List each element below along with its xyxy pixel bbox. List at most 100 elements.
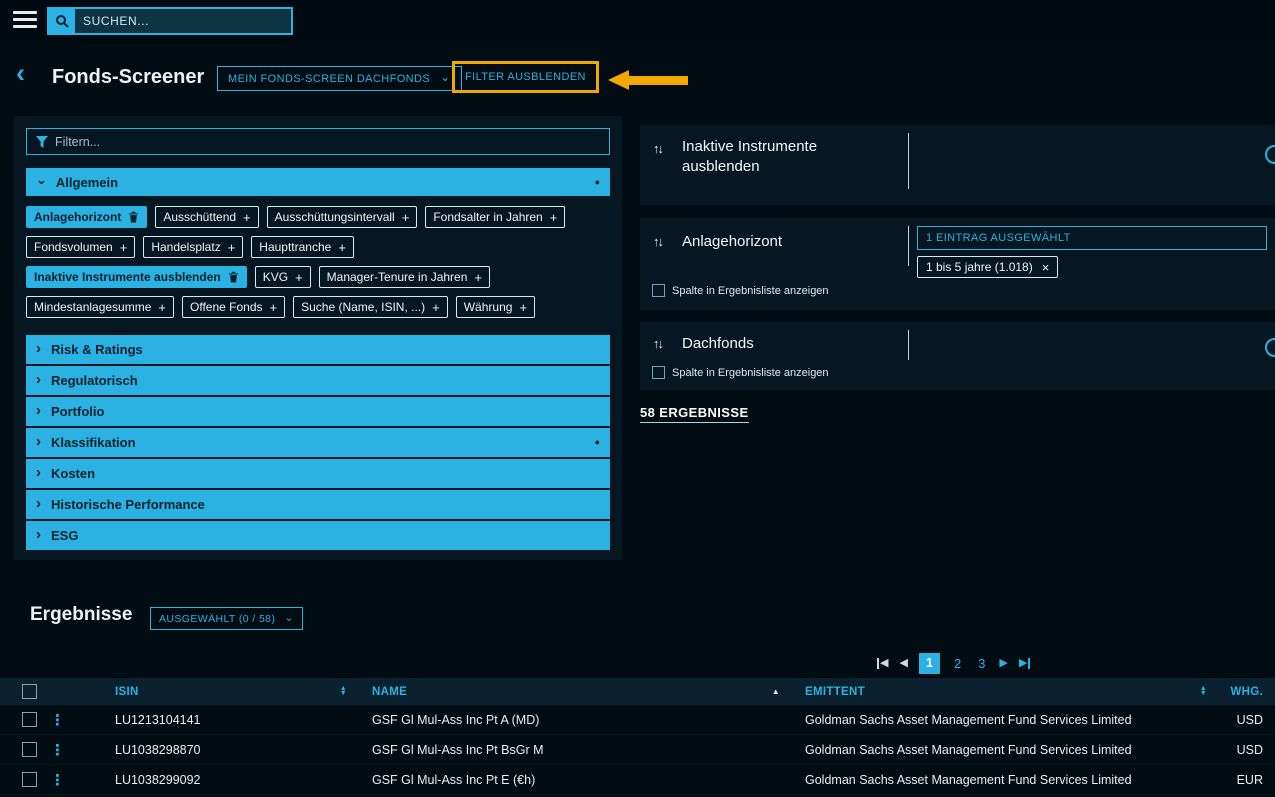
chip-list: Anlagehorizont Ausschüttend + Ausschüttun…: [26, 196, 610, 335]
add-icon: +: [432, 301, 440, 314]
filter-chip[interactable]: Fondsalter in Jahren+: [425, 206, 565, 228]
sort-icon[interactable]: ▲▼: [1200, 687, 1207, 696]
row-menu-icon[interactable]: ⋮: [50, 771, 65, 789]
section-esg[interactable]: ›ESG: [26, 521, 610, 550]
chevron-right-icon: ›: [36, 433, 41, 450]
search-input[interactable]: [75, 9, 291, 33]
filter-chip[interactable]: Inaktive Instrumente ausblenden: [26, 266, 247, 288]
chip-label: Fondsalter in Jahren: [433, 210, 542, 224]
trash-icon[interactable]: [228, 271, 239, 283]
chip-label: Offene Fonds: [190, 300, 263, 314]
hide-inactive-toggle[interactable]: [1265, 145, 1275, 164]
page-last-button[interactable]: ▶: [1019, 658, 1030, 669]
filter-chip[interactable]: Haupttranche +: [251, 236, 354, 258]
search-icon[interactable]: [49, 9, 75, 33]
section-label: Kosten: [51, 466, 95, 481]
table-row[interactable]: ⋮ LU1213104141 GSF Gl Mul-Ass Inc Pt A (…: [0, 705, 1275, 735]
row-checkbox[interactable]: [22, 712, 37, 727]
filter-chip[interactable]: Offene Fonds+: [182, 296, 285, 318]
column-header-isin[interactable]: ISIN: [115, 686, 139, 698]
filter-chip[interactable]: Mindestanlagesumme+: [26, 296, 174, 318]
filter-chip[interactable]: Anlagehorizont: [26, 206, 147, 228]
section-label: Portfolio: [51, 404, 104, 419]
divider: [908, 226, 909, 266]
screen-select-label: MEIN FONDS-SCREEN DACHFONDS: [228, 73, 430, 85]
page-number[interactable]: 2: [951, 656, 964, 671]
row-checkbox[interactable]: [22, 772, 37, 787]
selected-value-tag[interactable]: 1 bis 5 jahre (1.018) ×: [917, 256, 1058, 278]
column-header-whg[interactable]: WHG.: [1231, 686, 1264, 698]
section-kosten[interactable]: ›Kosten: [26, 459, 610, 488]
column-header-name[interactable]: NAME: [372, 686, 407, 698]
add-icon: +: [228, 241, 236, 254]
dachfonds-toggle[interactable]: [1265, 338, 1275, 357]
trash-icon[interactable]: [128, 211, 139, 223]
filter-chip[interactable]: KVG+: [255, 266, 311, 288]
filter-chip[interactable]: Ausschüttungsintervall+: [267, 206, 418, 228]
section-regulatorisch[interactable]: ›Regulatorisch: [26, 366, 610, 395]
cell-name: GSF Gl Mul-Ass Inc Pt A (MD): [357, 713, 790, 727]
results-count-link[interactable]: 58 ERGEBNISSE: [640, 405, 749, 423]
chevron-down-icon: ⌄: [36, 172, 47, 188]
filter-chip[interactable]: Suche (Name, ISIN, ...)+: [293, 296, 448, 318]
selection-dropdown[interactable]: AUSGEWÄHLT (0 / 58) ⌄: [150, 607, 303, 630]
remove-icon[interactable]: ×: [1042, 261, 1050, 274]
select-all-checkbox[interactable]: [22, 684, 37, 699]
sort-asc-icon[interactable]: ▲: [772, 687, 780, 696]
funnel-icon: [36, 136, 48, 148]
cell-whg: USD: [1217, 743, 1275, 757]
tag-label: 1 bis 5 jahre (1.018): [926, 260, 1033, 274]
section-portfolio[interactable]: ›Portfolio: [26, 397, 610, 426]
anlagehorizont-value-field[interactable]: 1 EINTRAG AUSGEWÄHLT: [917, 226, 1267, 250]
checkbox[interactable]: [652, 366, 665, 379]
screen-select-dropdown[interactable]: MEIN FONDS-SCREEN DACHFONDS ⌄: [217, 66, 462, 91]
section-risk-ratings[interactable]: ›Risk & Ratings: [26, 335, 610, 364]
page-first-button[interactable]: ◀: [877, 658, 888, 669]
table-row[interactable]: ⋮ LU1038298870 GSF Gl Mul-Ass Inc Pt BsG…: [0, 735, 1275, 765]
add-icon: +: [474, 271, 482, 284]
row-menu-icon[interactable]: ⋮: [50, 711, 65, 729]
filter-chip[interactable]: Ausschüttend +: [155, 206, 258, 228]
add-icon: +: [402, 211, 410, 224]
filter-chip[interactable]: Manager-Tenure in Jahren+: [319, 266, 490, 288]
active-filter-dot: ●: [595, 438, 600, 447]
annotation-arrow: [608, 70, 690, 91]
page-number-current[interactable]: 1: [919, 653, 940, 674]
add-icon: +: [338, 241, 346, 254]
cell-name: GSF Gl Mul-Ass Inc Pt BsGr M: [357, 743, 790, 757]
table-row[interactable]: ⋮ LU1038299092 GSF Gl Mul-Ass Inc Pt E (…: [0, 765, 1275, 795]
filter-chip[interactable]: Währung+: [456, 296, 535, 318]
column-sort-icon[interactable]: ↑↓: [653, 234, 662, 249]
column-sort-icon[interactable]: ↑↓: [653, 141, 662, 156]
filter-toggle-button[interactable]: FILTER AUSBLENDEN: [452, 61, 599, 93]
show-column-checkbox[interactable]: Spalte in Ergebnisliste anzeigen: [652, 366, 829, 379]
page-number[interactable]: 3: [975, 656, 988, 671]
page-next-button[interactable]: ▶: [999, 658, 1007, 669]
show-column-checkbox[interactable]: Spalte in Ergebnisliste anzeigen: [652, 284, 829, 297]
cell-isin: LU1213104141: [100, 713, 357, 727]
filter-panel: ⌄ Allgemein ● Anlagehorizont Ausschütten…: [14, 116, 622, 560]
back-button[interactable]: ‹: [16, 60, 25, 87]
cell-whg: USD: [1217, 713, 1275, 727]
section-allgemein[interactable]: ⌄ Allgemein ●: [26, 168, 610, 196]
chip-label: Haupttranche: [259, 240, 331, 254]
menu-icon[interactable]: [13, 11, 37, 30]
column-header-emittent[interactable]: EMITTENT: [805, 686, 865, 698]
cell-isin: LU1038299092: [100, 773, 357, 787]
section-klassifikation[interactable]: ›Klassifikation●: [26, 428, 610, 457]
row-menu-icon[interactable]: ⋮: [50, 741, 65, 759]
arrow-head: [608, 70, 629, 90]
chip-label: Handelsplatz: [151, 240, 220, 254]
section-historische-performance[interactable]: ›Historische Performance: [26, 490, 610, 519]
checkbox[interactable]: [652, 284, 665, 297]
page-prev-button[interactable]: ◀: [899, 658, 907, 669]
cell-isin: LU1038298870: [100, 743, 357, 757]
column-sort-icon[interactable]: ↑↓: [653, 336, 662, 351]
sort-icon[interactable]: ▲▼: [340, 687, 347, 696]
add-icon: +: [243, 211, 251, 224]
filter-input[interactable]: [55, 135, 600, 149]
filter-chip[interactable]: Handelsplatz +: [143, 236, 243, 258]
filter-chip[interactable]: Fondsvolumen+: [26, 236, 135, 258]
chip-label: Ausschüttend: [163, 210, 236, 224]
row-checkbox[interactable]: [22, 742, 37, 757]
